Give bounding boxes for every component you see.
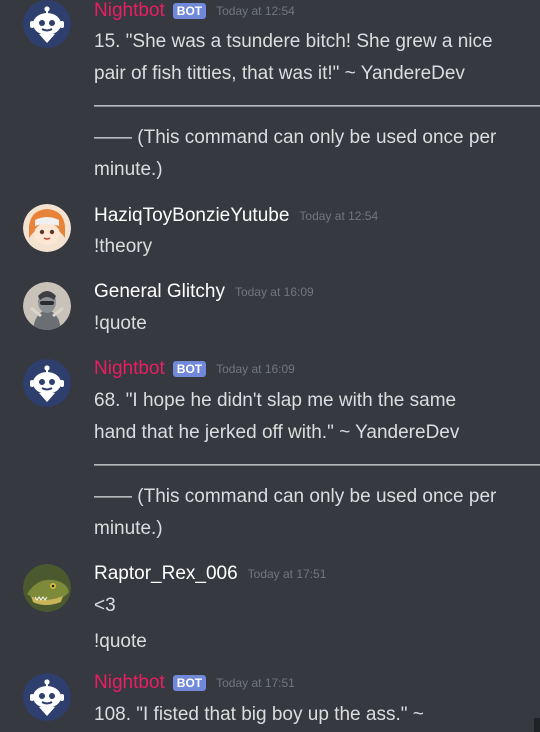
bot-tag-badge: BOT [172, 675, 207, 691]
message-header: Nightbot BOT Today at 12:54 [94, 0, 295, 22]
author-name[interactable]: Raptor_Rex_006 [94, 563, 238, 585]
author-name[interactable]: Nightbot [94, 0, 165, 22]
author-name[interactable]: Nightbot [94, 358, 165, 380]
message-text: 108. "I fisted that big boy up the ass."… [94, 704, 424, 725]
nightbot-avatar[interactable] [23, 673, 71, 721]
message-text: !quote [94, 313, 147, 334]
author-name[interactable]: Nightbot [94, 672, 165, 694]
message-text: —— (This command can only be used once p… [94, 127, 497, 148]
message-text: hand that he jerked off with." ~ Yandere… [94, 422, 460, 443]
author-name[interactable]: HaziqToyBonzieYutube [94, 205, 289, 227]
timestamp: Today at 12:54 [299, 209, 379, 223]
nightbot-avatar[interactable] [23, 0, 71, 48]
message-text: pair of fish titties, that was it!" ~ Ya… [94, 63, 465, 84]
timestamp: Today at 17:51 [216, 676, 295, 690]
message-text: —— (This command can only be used once p… [94, 486, 497, 507]
user-avatar[interactable] [23, 564, 71, 612]
message-text: !theory [94, 236, 153, 257]
message-text: 68. "I hope he didn't slap me with the s… [94, 390, 457, 411]
message-header: Nightbot BOT Today at 17:51 [94, 672, 295, 694]
message-text: minute.) [94, 159, 163, 180]
message-header: Nightbot BOT Today at 16:09 [94, 358, 295, 380]
timestamp: Today at 16:09 [216, 362, 295, 376]
message-text: minute.) [94, 518, 163, 539]
author-name[interactable]: General Glitchy [94, 281, 225, 303]
message-text: ———————————————————————— [94, 95, 540, 116]
user-avatar[interactable] [23, 204, 71, 252]
nightbot-avatar[interactable] [23, 359, 71, 407]
message-header: Raptor_Rex_006 Today at 17:51 [94, 563, 326, 585]
scrollbar[interactable] [534, 718, 540, 732]
timestamp: Today at 12:54 [216, 4, 295, 18]
message-header: General Glitchy Today at 16:09 [94, 281, 314, 303]
message-text: !quote [94, 631, 147, 652]
user-avatar[interactable] [23, 282, 71, 330]
message-text: 15. "She was a tsundere bitch! She grew … [94, 31, 493, 52]
bot-tag-badge: BOT [172, 361, 207, 377]
timestamp: Today at 17:51 [247, 567, 327, 581]
timestamp: Today at 16:09 [234, 285, 314, 299]
message-header: HaziqToyBonzieYutube Today at 12:54 [94, 205, 378, 227]
message-text: ———————————————————————— [94, 454, 540, 475]
bot-tag-badge: BOT [172, 3, 207, 19]
message-text: <3 [94, 595, 116, 616]
